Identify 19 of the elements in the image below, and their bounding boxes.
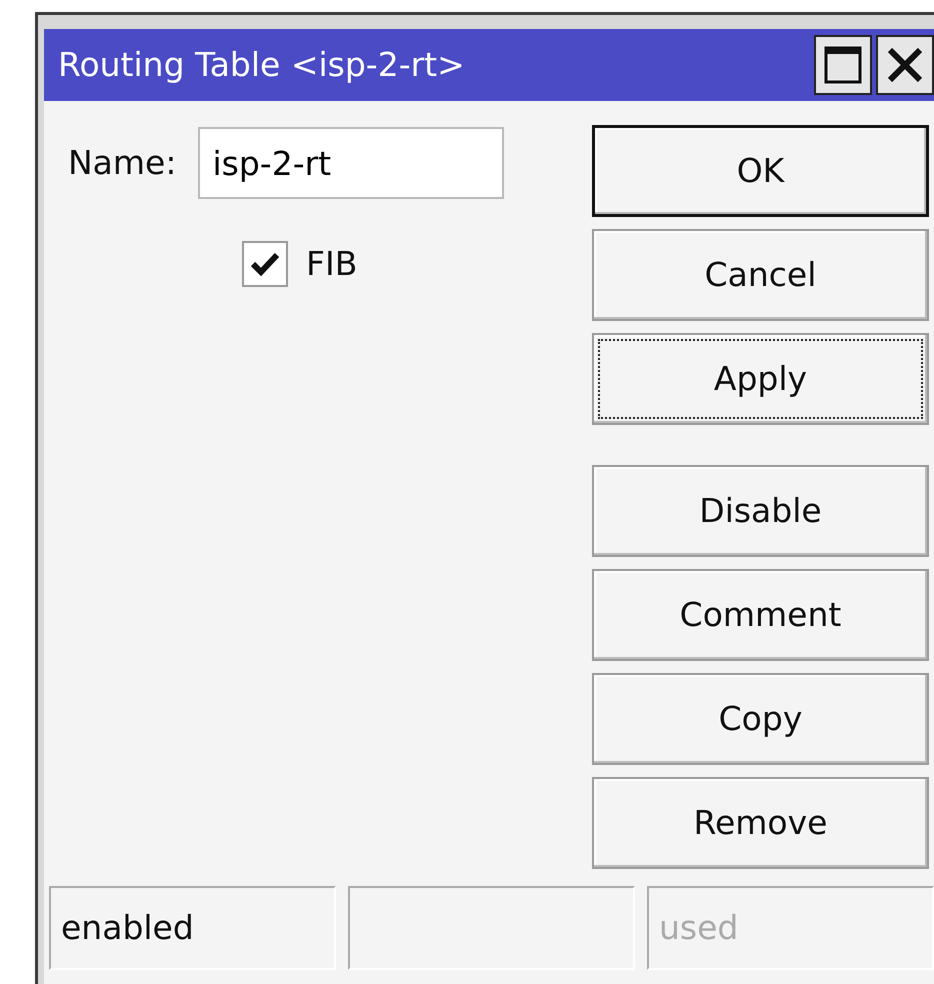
dialog-button[interactable]: OK <box>592 125 929 217</box>
dialog-button[interactable]: Comment <box>592 569 929 661</box>
fib-label: FIB <box>306 243 358 285</box>
close-icon <box>885 45 925 85</box>
status-cell: enabled <box>49 886 336 970</box>
checkmark-icon <box>250 250 280 277</box>
dialog-button[interactable]: Cancel <box>592 229 929 321</box>
close-button[interactable] <box>876 35 934 95</box>
window-title: Routing Table <isp-2-rt> <box>58 44 465 86</box>
dialog-button[interactable]: Apply <box>592 333 929 425</box>
maximize-button[interactable] <box>814 35 872 95</box>
dialog-button[interactable]: Copy <box>592 673 929 765</box>
dialog-button[interactable]: Remove <box>592 777 929 869</box>
name-label: Name: <box>68 142 176 184</box>
fib-checkbox[interactable] <box>242 240 288 287</box>
dialog-button[interactable]: Disable <box>592 465 929 557</box>
name-field[interactable]: isp-2-rt <box>198 127 504 199</box>
maximize-icon <box>823 45 863 85</box>
status-cell: used <box>647 886 934 970</box>
